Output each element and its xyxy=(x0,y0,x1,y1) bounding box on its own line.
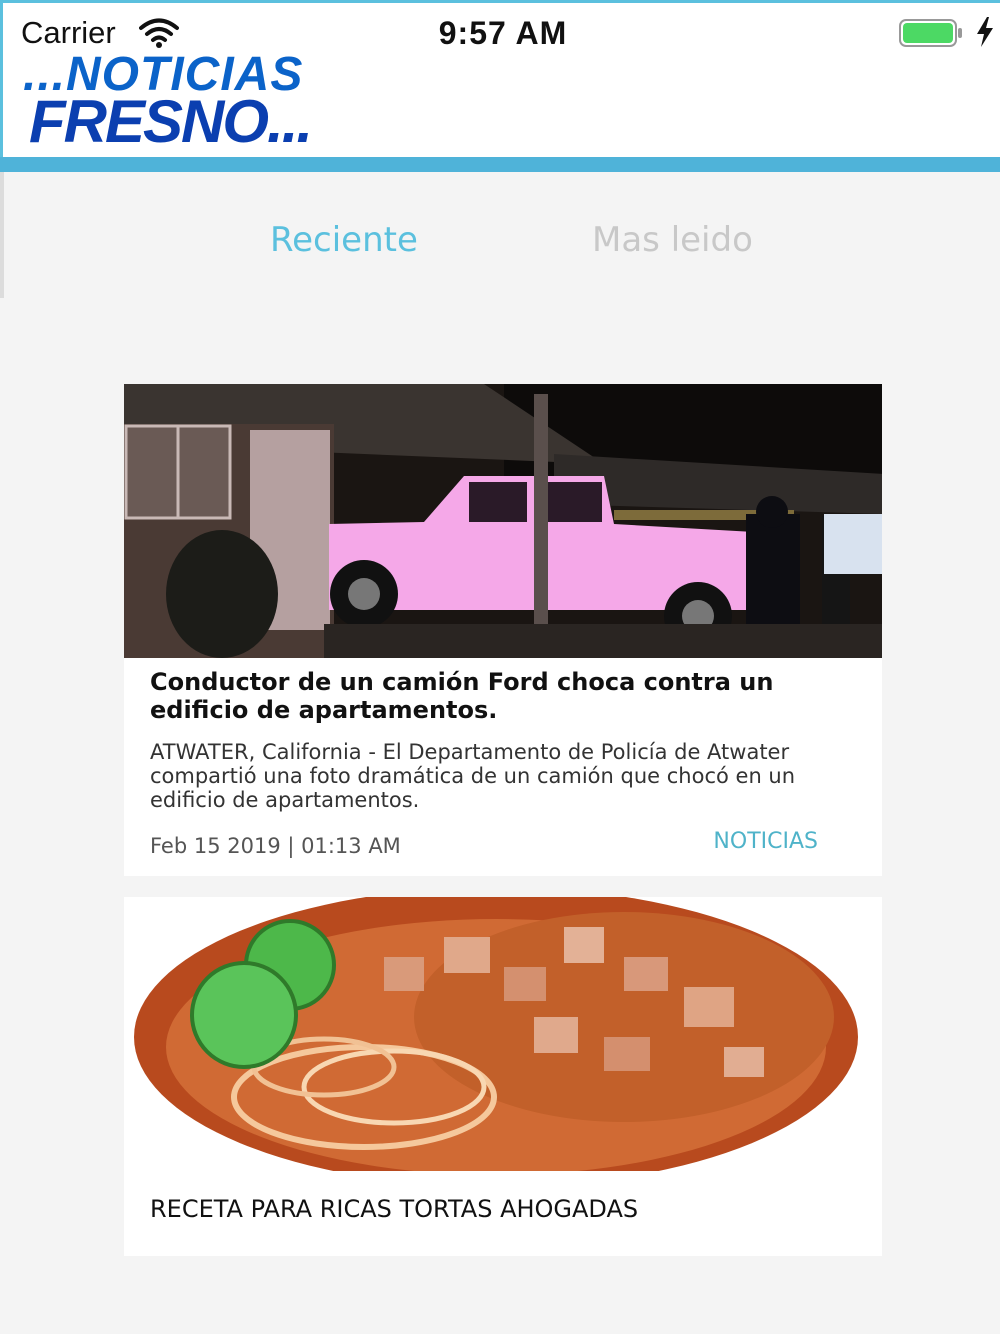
article-card[interactable]: RECETA PARA RICAS TORTAS AHOGADAS xyxy=(124,897,882,1256)
article-title[interactable]: Conductor de un camión Ford choca contra… xyxy=(150,668,850,724)
app-logo[interactable]: ...NOTICIAS FRESNO... xyxy=(23,47,383,155)
tab-bar: Reciente Mas leido xyxy=(0,172,1000,302)
app-header: Carrier 9:57 AM ...NOTICIAS FRESNO... xyxy=(0,0,1000,172)
charging-bolt-icon xyxy=(977,17,993,47)
article-card[interactable]: Conductor de un camión Ford choca contra… xyxy=(124,384,882,876)
article-date: Feb 15 2019 | 01:13 AM xyxy=(150,834,401,858)
battery-icon xyxy=(899,19,962,47)
article-category-link[interactable]: NOTICIAS xyxy=(713,829,818,854)
article-title[interactable]: RECETA PARA RICAS TORTAS AHOGADAS xyxy=(150,1195,638,1223)
article-image[interactable] xyxy=(124,897,882,1171)
tab-reciente[interactable]: Reciente xyxy=(270,220,418,260)
tab-mas-leido[interactable]: Mas leido xyxy=(592,220,753,260)
logo-text-bottom: FRESNO... xyxy=(29,88,313,155)
article-image[interactable] xyxy=(124,384,882,658)
header-accent-bar xyxy=(0,157,1000,172)
article-summary: ATWATER, California - El Departamento de… xyxy=(150,740,796,812)
